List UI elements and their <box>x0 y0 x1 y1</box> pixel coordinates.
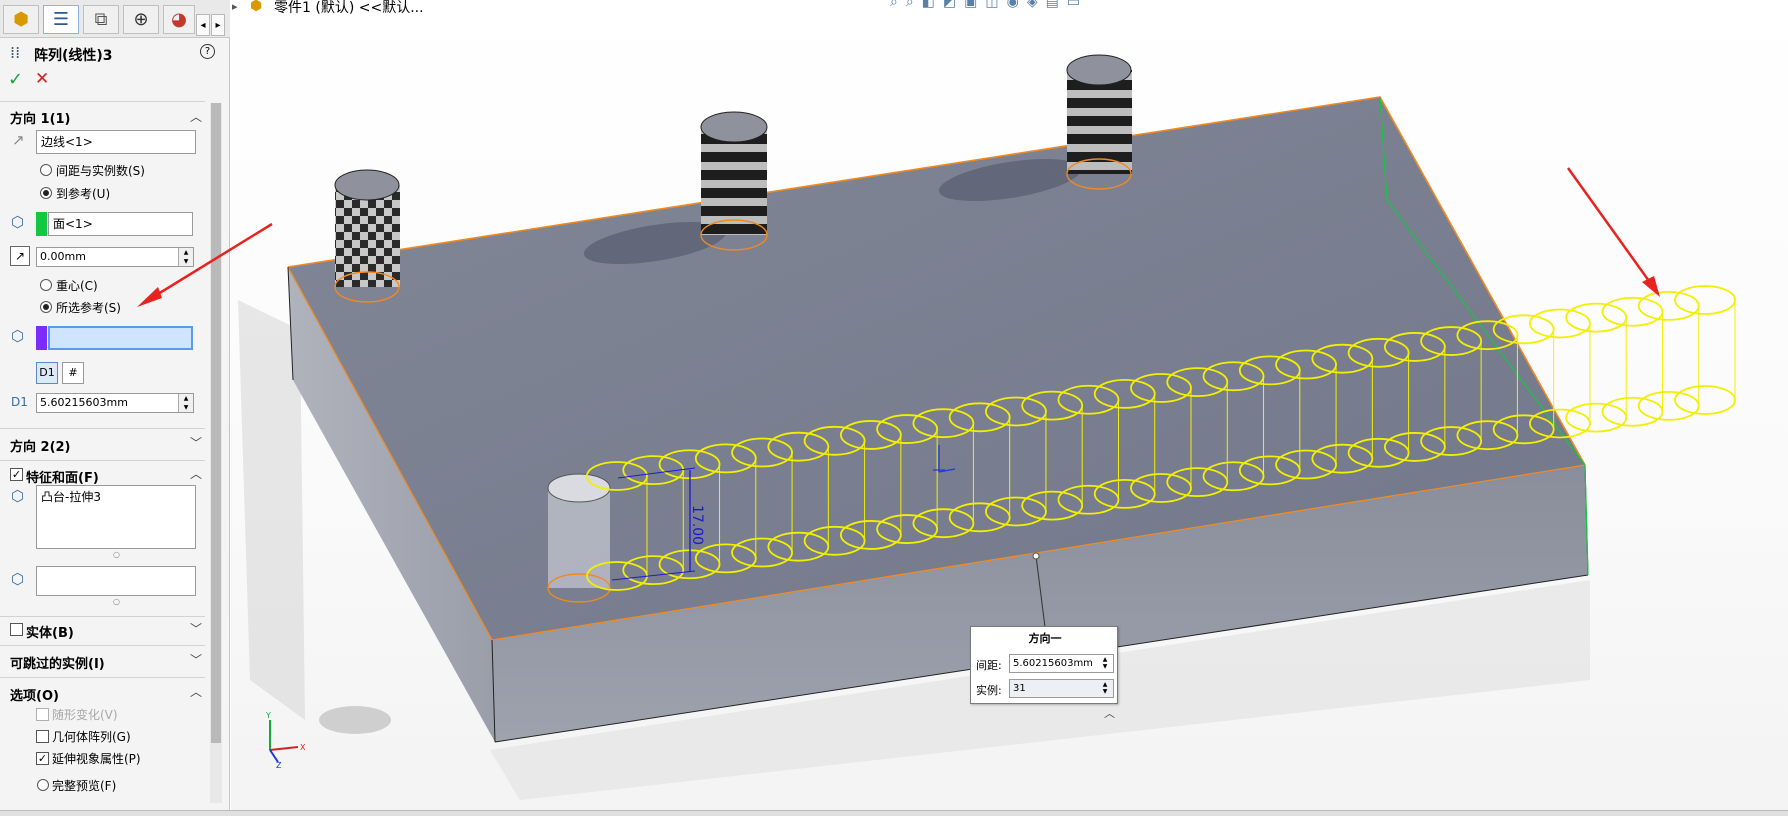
red-arrow-left <box>137 222 273 307</box>
model-view[interactable]: 17.00 Y X Z <box>0 0 1788 816</box>
callout-instances-label: 实例: <box>976 684 1002 697</box>
pattern-callout[interactable]: 方向一 间距: 5.60215603mm ▲ ▼ 实例: 31 ▲ ▼ <box>970 626 1118 704</box>
checker-cylinder[interactable] <box>334 169 400 303</box>
callout-spacing-input[interactable]: 5.60215603mm ▲ ▼ <box>1009 654 1114 673</box>
pattern-instance-top <box>1637 290 1700 321</box>
callout-anchor[interactable] <box>1032 552 1040 560</box>
bottom-tab-strip[interactable] <box>0 810 1788 816</box>
callout-instances-value: 31 <box>1013 683 1026 694</box>
pattern-instance-bottom <box>1565 402 1628 433</box>
svg-text:X: X <box>300 743 306 752</box>
striped-cylinder-right[interactable] <box>1066 54 1132 190</box>
callout-instances-input[interactable]: 31 ▲ ▼ <box>1009 679 1114 698</box>
pattern-instance-top <box>1601 296 1664 327</box>
callout-spacing-label: 间距: <box>976 659 1002 672</box>
pattern-instance-bottom <box>1637 390 1700 421</box>
pattern-instance-top <box>1565 302 1628 333</box>
origin-triad: Y X Z <box>265 711 306 770</box>
callout-instances-spinner[interactable]: ▲ ▼ <box>1099 681 1111 696</box>
pattern-instance-top <box>1529 308 1591 339</box>
callout-spacing-value: 5.60215603mm <box>1013 658 1093 669</box>
pattern-instance-bottom <box>1601 396 1664 427</box>
dimension-value: 17.00 <box>689 505 705 545</box>
striped-cylinder-center[interactable] <box>700 111 768 251</box>
pattern-instance-top <box>1674 285 1736 315</box>
chevron-up-icon[interactable]: ︿ <box>1104 705 1115 721</box>
callout-spacing-spinner[interactable]: ▲ ▼ <box>1099 656 1111 671</box>
callout-title: 方向一 <box>1028 632 1062 645</box>
svg-text:Y: Y <box>265 711 271 720</box>
svg-text:Z: Z <box>276 761 282 770</box>
seed-cylinder[interactable] <box>547 473 611 603</box>
red-arrow-right <box>1566 167 1660 297</box>
pattern-instance-bottom <box>1674 385 1736 415</box>
